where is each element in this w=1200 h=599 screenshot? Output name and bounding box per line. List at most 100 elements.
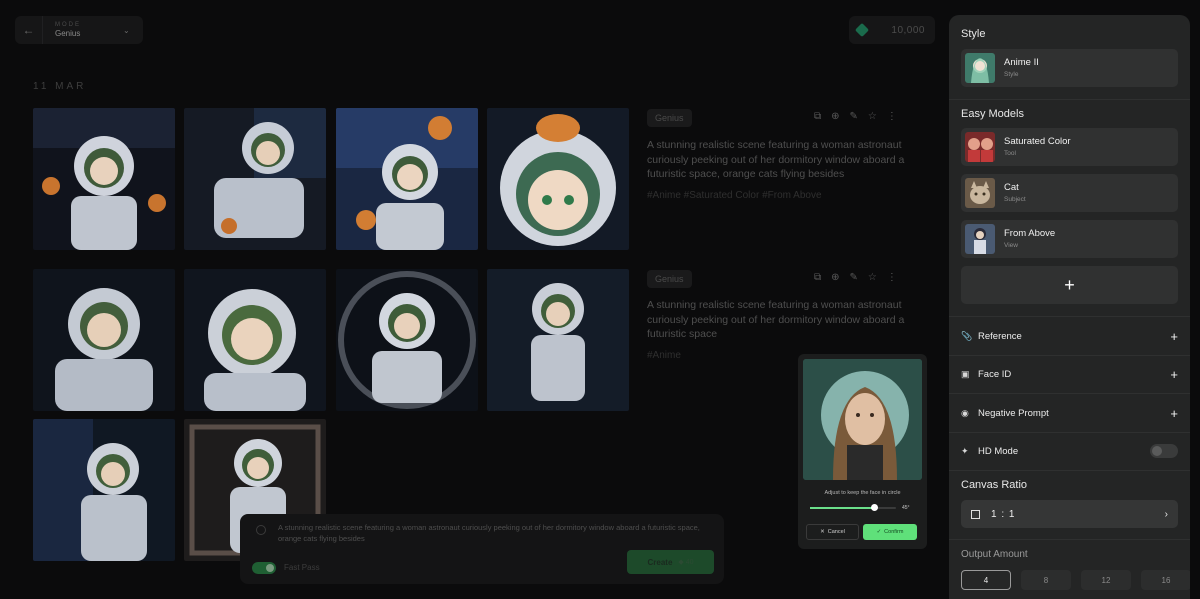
plus-icon[interactable]: + <box>1170 406 1178 421</box>
divider <box>949 539 1190 540</box>
reference-row[interactable]: 📎 Reference + <box>961 328 1178 344</box>
model-card-from-above[interactable]: From Above View <box>961 220 1178 258</box>
mode-select[interactable]: ← MODE Genius ⌄ <box>15 16 143 44</box>
mode-value: Genius <box>55 29 81 38</box>
slider-fill <box>810 507 875 509</box>
style-title: Style <box>961 28 986 40</box>
rotation-angle: 45° <box>902 505 910 511</box>
prompt-input[interactable]: A stunning realistic scene featuring a w… <box>278 523 708 544</box>
hd-mode-row: ✦ HD Mode <box>961 443 1178 459</box>
fast-pass-label: Fast Pass <box>284 563 320 572</box>
divider <box>949 393 1190 394</box>
easy-models-title: Easy Models <box>961 108 1024 120</box>
remix-icon[interactable]: ⊕ <box>831 272 839 283</box>
edit-icon[interactable]: ✎ <box>850 272 858 283</box>
credits-display[interactable]: 10,000 <box>849 16 935 44</box>
output-amount-option[interactable]: 16 <box>1141 570 1190 590</box>
settings-panel: Style Anime II Style Easy Models Saturat… <box>949 15 1190 599</box>
model-badge: Genius <box>647 270 692 288</box>
star-icon[interactable]: ☆ <box>868 272 877 283</box>
model-card-saturated-color[interactable]: Saturated Color Tool <box>961 128 1178 166</box>
model-card-cat[interactable]: Cat Subject <box>961 174 1178 212</box>
hd-mode-toggle[interactable] <box>1150 444 1178 458</box>
prompt-text: A stunning realistic scene featuring a w… <box>647 299 905 340</box>
confirm-button[interactable]: ✓ Confirm <box>863 524 917 540</box>
prompt-text: A stunning realistic scene featuring a w… <box>647 139 905 180</box>
star-icon[interactable]: ☆ <box>868 111 877 122</box>
create-cost-value: 40 <box>685 559 694 566</box>
square-ratio-icon <box>971 509 980 519</box>
token-icon <box>854 22 870 38</box>
style-thumbnail <box>965 53 995 83</box>
fast-pass-toggle[interactable] <box>252 562 276 574</box>
add-model-button[interactable]: + <box>961 266 1178 304</box>
model-thumbnail <box>965 224 995 254</box>
negative-prompt-row[interactable]: ◉ Negative Prompt + <box>961 405 1178 421</box>
model-name: From Above <box>1004 228 1056 239</box>
credits-value: 10,000 <box>891 24 925 36</box>
generated-image[interactable] <box>487 108 629 250</box>
mode-text: MODE Genius <box>43 22 123 38</box>
generated-image[interactable] <box>33 419 175 561</box>
prompt-tags: #Anime #Saturated Color #From Above <box>647 190 822 201</box>
model-sub: Tool <box>1004 150 1016 157</box>
generated-image[interactable] <box>336 269 478 411</box>
divider <box>949 432 1190 433</box>
output-amount-option[interactable]: 8 <box>1021 570 1071 590</box>
generated-image[interactable] <box>33 269 175 411</box>
style-name: Anime II <box>1004 57 1039 68</box>
divider <box>949 470 1190 471</box>
create-button[interactable]: Create ◆ 40 <box>627 550 714 574</box>
plus-icon[interactable]: + <box>1170 367 1178 382</box>
chevron-down-icon: ⌄ <box>123 25 130 35</box>
generated-image[interactable] <box>487 269 629 411</box>
face-id-label: Face ID <box>978 368 1012 380</box>
date-label: 11 MAR <box>33 81 87 92</box>
model-name: Saturated Color <box>1004 136 1071 147</box>
reference-label: Reference <box>978 330 1022 342</box>
canvas-ratio-value: 1 : 1 <box>991 508 1016 520</box>
model-thumbnail <box>965 132 995 162</box>
cancel-label: Cancel <box>827 529 845 535</box>
output-amount-option[interactable]: 12 <box>1081 570 1131 590</box>
face-crop-popup: Adjust to keep the face in circle 45° ✕ … <box>798 354 927 549</box>
canvas-ratio-select[interactable]: 1 : 1 › <box>961 500 1178 528</box>
mode-label: MODE <box>55 22 81 28</box>
generated-image[interactable] <box>33 108 175 250</box>
face-photo <box>803 359 922 480</box>
hd-mode-label: HD Mode <box>978 445 1019 457</box>
confirm-label: Confirm <box>884 529 904 535</box>
slider-handle[interactable] <box>871 504 878 511</box>
tag-icon: ◉ <box>961 407 969 418</box>
output-amount-options: 4 8 12 16 <box>961 570 1190 590</box>
face-id-row[interactable]: ▣ Face ID + <box>961 366 1178 382</box>
output-amount-option[interactable]: 4 <box>961 570 1011 590</box>
model-thumbnail <box>965 178 995 208</box>
model-name: Cat <box>1004 182 1019 193</box>
model-sub: View <box>1004 242 1018 249</box>
face-caption: Adjust to keep the face in circle <box>824 490 901 496</box>
generated-image[interactable] <box>336 108 478 250</box>
remix-icon[interactable]: ⊕ <box>831 111 839 122</box>
negative-prompt-label: Negative Prompt <box>978 407 1049 419</box>
generated-image[interactable] <box>184 108 326 250</box>
copy-icon[interactable]: ⧉ <box>814 272 821 283</box>
edit-icon[interactable]: ✎ <box>850 111 858 122</box>
copy-icon[interactable]: ⧉ <box>814 111 821 122</box>
rotation-slider[interactable] <box>810 504 896 511</box>
check-icon: ✓ <box>876 529 882 535</box>
more-icon[interactable]: ⋮ <box>887 111 897 122</box>
more-icon[interactable]: ⋮ <box>887 272 897 283</box>
cancel-button[interactable]: ✕ Cancel <box>806 524 859 540</box>
style-card[interactable]: Anime II Style <box>961 49 1178 87</box>
back-arrow-icon[interactable]: ← <box>15 16 43 44</box>
divider <box>949 316 1190 317</box>
create-cost: ◆ 40 <box>678 559 694 566</box>
row-actions: ⧉ ⊕ ✎ ☆ ⋮ <box>814 272 897 283</box>
generated-image[interactable] <box>184 269 326 411</box>
prompt-icon <box>256 525 266 535</box>
divider <box>949 355 1190 356</box>
model-badge: Genius <box>647 109 692 127</box>
face-image[interactable] <box>803 359 922 480</box>
plus-icon[interactable]: + <box>1170 329 1178 344</box>
